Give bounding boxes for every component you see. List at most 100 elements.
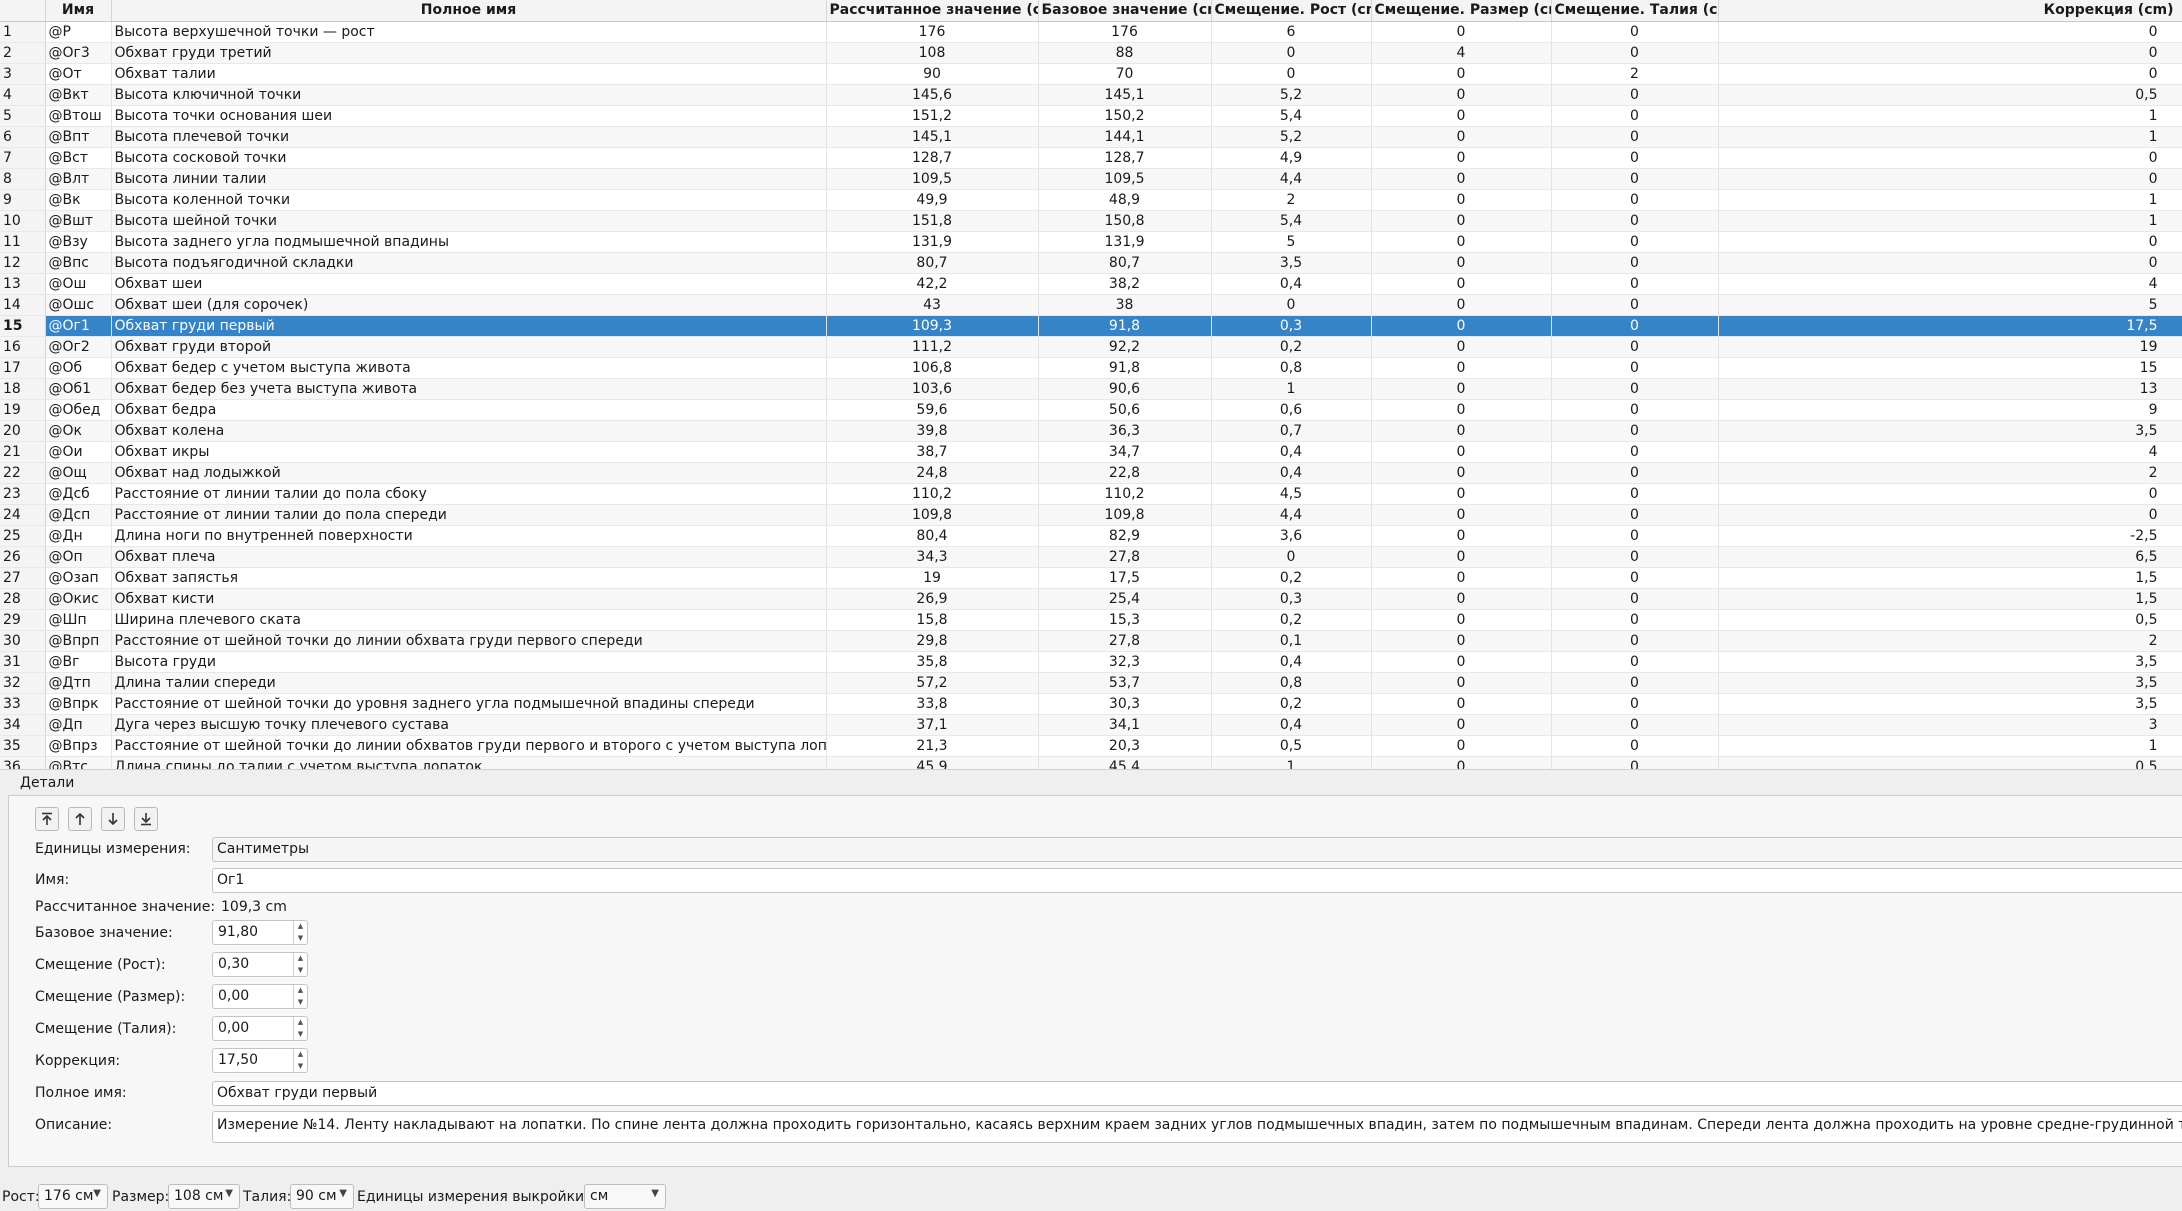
table-row[interactable]: 26 @Оп Обхват плеча 34,3 27,8 0 0 0 6,5: [0, 546, 2182, 568]
header-full-name[interactable]: Полное имя: [111, 0, 827, 22]
name-cell[interactable]: @Об1: [45, 378, 112, 400]
base-spinbox-arrows[interactable]: ▲ ▼: [293, 921, 307, 944]
height-combo[interactable]: 176 см ▼: [38, 1184, 108, 1209]
shift-waist-cell[interactable]: 0: [1551, 399, 1719, 421]
row-number-cell[interactable]: 20: [0, 420, 46, 442]
shift-waist-cell[interactable]: 0: [1551, 567, 1719, 589]
shift-waist-cell[interactable]: 0: [1551, 378, 1719, 400]
spin-down-icon[interactable]: ▼: [294, 997, 307, 1009]
shift-size-cell[interactable]: 0: [1371, 21, 1552, 43]
base-cell[interactable]: 90,6: [1038, 378, 1212, 400]
table-row[interactable]: 4 @Вкт Высота ключичной точки 145,6 145,1 5,2…: [0, 84, 2182, 106]
spin-down-icon[interactable]: ▼: [294, 933, 307, 945]
base-cell[interactable]: 45,4: [1038, 756, 1212, 769]
correction-cell[interactable]: 1: [1718, 126, 2182, 148]
shift-waist-cell[interactable]: 0: [1551, 441, 1719, 463]
correction-cell[interactable]: 0: [1718, 252, 2182, 274]
full-name-cell[interactable]: Обхват талии: [111, 63, 827, 85]
shift-waist-cell[interactable]: 0: [1551, 336, 1719, 358]
correction-cell[interactable]: 0: [1718, 21, 2182, 43]
calculated-cell[interactable]: 37,1: [826, 714, 1039, 736]
table-row[interactable]: 30 @Впрп Расстояние от шейной точки до лин…: [0, 630, 2182, 652]
shift-size-cell[interactable]: 0: [1371, 168, 1552, 190]
base-cell[interactable]: 27,8: [1038, 630, 1212, 652]
shift-waist-cell[interactable]: 0: [1551, 483, 1719, 505]
full-name-cell[interactable]: Расстояние от шейной точки до линии обхв…: [111, 630, 827, 652]
shift-size-spinbox[interactable]: 0,00 ▲ ▼: [212, 984, 308, 1009]
row-number-cell[interactable]: 10: [0, 210, 46, 232]
name-cell[interactable]: @Впт: [45, 126, 112, 148]
full-name-cell[interactable]: Длина спины до талии с учетом выступа ло…: [111, 756, 827, 769]
correction-cell[interactable]: 6,5: [1718, 546, 2182, 568]
base-cell[interactable]: 82,9: [1038, 525, 1212, 547]
full-name-cell[interactable]: Расстояние от шейной точки до линии обхв…: [111, 735, 827, 757]
row-number-cell[interactable]: 4: [0, 84, 46, 106]
move-down-button[interactable]: [101, 807, 125, 831]
base-cell[interactable]: 27,8: [1038, 546, 1212, 568]
full-name-cell[interactable]: Ширина плечевого ската: [111, 609, 827, 631]
row-number-cell[interactable]: 12: [0, 252, 46, 274]
correction-spinbox[interactable]: 17,50 ▲ ▼: [212, 1048, 308, 1073]
shift-size-cell[interactable]: 0: [1371, 336, 1552, 358]
base-cell[interactable]: 70: [1038, 63, 1212, 85]
table-row[interactable]: 22 @Ощ Обхват над лодыжкой 24,8 22,8 0,4 0 0 2: [0, 462, 2182, 484]
shift-waist-cell[interactable]: 0: [1551, 84, 1719, 106]
header-base[interactable]: Базовое значение (cm): [1038, 0, 1212, 22]
row-number-cell[interactable]: 21: [0, 441, 46, 463]
shift-waist-cell[interactable]: 0: [1551, 168, 1719, 190]
full-name-cell[interactable]: Обхват шеи: [111, 273, 827, 295]
full-name-cell[interactable]: Обхват колена: [111, 420, 827, 442]
shift-size-cell[interactable]: 0: [1371, 273, 1552, 295]
shift-size-cell[interactable]: 0: [1371, 105, 1552, 127]
header-shift-size[interactable]: Смещение. Размер (cm): [1371, 0, 1552, 22]
row-number-cell[interactable]: 7: [0, 147, 46, 169]
row-number-cell[interactable]: 35: [0, 735, 46, 757]
shift-size-cell[interactable]: 0: [1371, 294, 1552, 316]
row-number-cell[interactable]: 13: [0, 273, 46, 295]
shift-height-cell[interactable]: 0,2: [1211, 336, 1372, 358]
row-number-cell[interactable]: 3: [0, 63, 46, 85]
name-cell[interactable]: @Ош: [45, 273, 112, 295]
correction-cell[interactable]: 17,5: [1718, 315, 2182, 337]
shift-waist-cell[interactable]: 0: [1551, 693, 1719, 715]
table-row[interactable]: 32 @Дтп Длина талии спереди 57,2 53,7 0,8 0 0 3,…: [0, 672, 2182, 694]
shift-height-cell[interactable]: 0: [1211, 63, 1372, 85]
table-row[interactable]: 9 @Вк Высота коленной точки 49,9 48,9 2 0 0 1: [0, 189, 2182, 211]
spin-up-icon[interactable]: ▲: [294, 953, 307, 965]
correction-cell[interactable]: 0,5: [1718, 609, 2182, 631]
row-number-cell[interactable]: 18: [0, 378, 46, 400]
full-name-cell[interactable]: Высота сосковой точки: [111, 147, 827, 169]
full-name-cell[interactable]: Длина талии спереди: [111, 672, 827, 694]
shift-height-cell[interactable]: 1: [1211, 378, 1372, 400]
shift-waist-cell[interactable]: 0: [1551, 546, 1719, 568]
shift-size-cell[interactable]: 0: [1371, 357, 1552, 379]
shift-height-cell[interactable]: 4,9: [1211, 147, 1372, 169]
base-cell[interactable]: 48,9: [1038, 189, 1212, 211]
move-bottom-button[interactable]: [134, 807, 158, 831]
shift-waist-cell[interactable]: 0: [1551, 357, 1719, 379]
shift-size-cell[interactable]: 0: [1371, 420, 1552, 442]
correction-cell[interactable]: 3: [1718, 714, 2182, 736]
table-row[interactable]: 23 @Дсб Расстояние от линии талии до пола …: [0, 483, 2182, 505]
full-name-cell[interactable]: Обхват бедер с учетом выступа живота: [111, 357, 827, 379]
waist-combo[interactable]: 90 см ▼: [290, 1184, 354, 1209]
correction-cell[interactable]: 1,5: [1718, 567, 2182, 589]
shift-height-cell[interactable]: 3,5: [1211, 252, 1372, 274]
table-row[interactable]: 19 @Обед Обхват бедра 59,6 50,6 0,6 0 0 9: [0, 399, 2182, 421]
table-row[interactable]: 18 @Об1 Обхват бедер без учета выступа жив…: [0, 378, 2182, 400]
shift-height-cell[interactable]: 0,3: [1211, 315, 1372, 337]
base-cell[interactable]: 25,4: [1038, 588, 1212, 610]
correction-cell[interactable]: 0,5: [1718, 756, 2182, 769]
shift-height-cell[interactable]: 0,2: [1211, 567, 1372, 589]
base-cell[interactable]: 150,8: [1038, 210, 1212, 232]
shift-waist-cell[interactable]: 0: [1551, 42, 1719, 64]
shift-waist-cell[interactable]: 0: [1551, 588, 1719, 610]
calculated-cell[interactable]: 128,7: [826, 147, 1039, 169]
calculated-cell[interactable]: 111,2: [826, 336, 1039, 358]
calculated-cell[interactable]: 26,9: [826, 588, 1039, 610]
table-row[interactable]: 14 @Ошс Обхват шеи (для сорочек) 43 38 0 0 0 5: [0, 294, 2182, 316]
calculated-cell[interactable]: 80,7: [826, 252, 1039, 274]
shift-height-cell[interactable]: 0,4: [1211, 651, 1372, 673]
calculated-cell[interactable]: 109,5: [826, 168, 1039, 190]
shift-height-cell[interactable]: 0,3: [1211, 588, 1372, 610]
